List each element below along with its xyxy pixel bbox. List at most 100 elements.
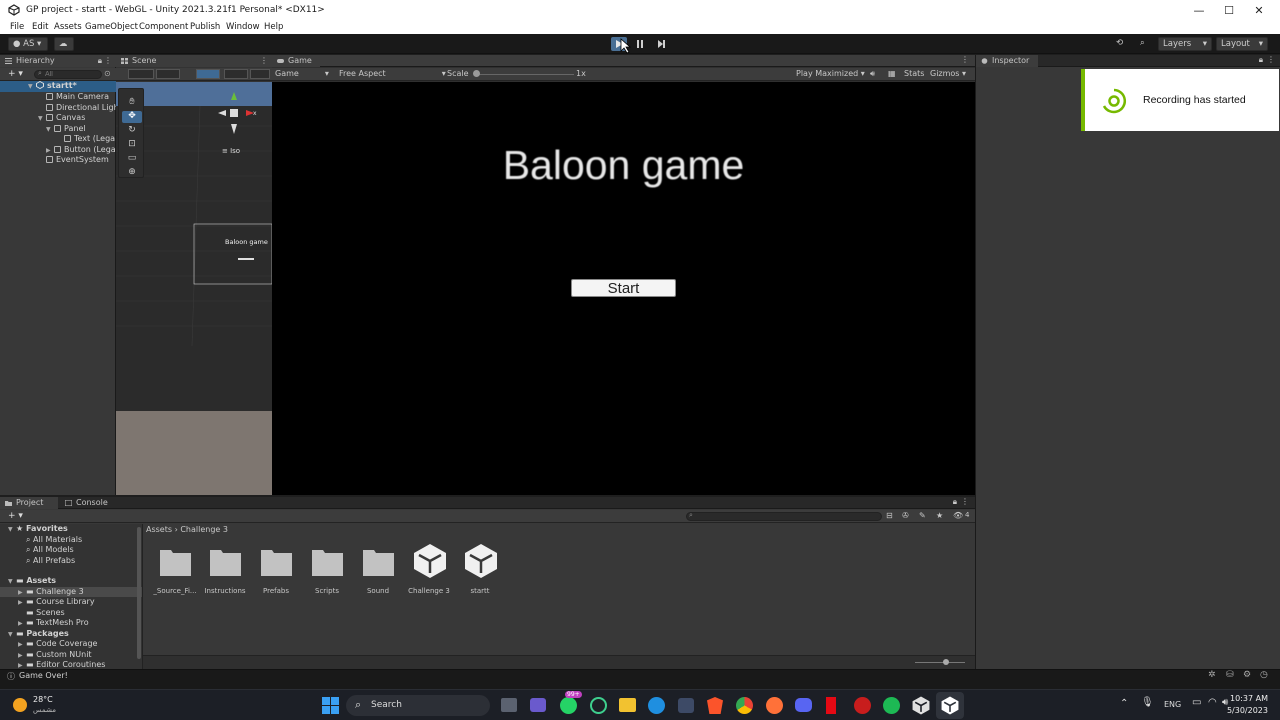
game-view[interactable]: Baloon game Start bbox=[272, 82, 975, 495]
app-red-icon[interactable] bbox=[854, 697, 871, 714]
minimize-button[interactable]: — bbox=[1184, 0, 1214, 21]
keyboard-shortcut-icon[interactable]: ▦ bbox=[888, 69, 896, 78]
draw-mode-dropdown[interactable] bbox=[128, 69, 154, 79]
hierarchy-item-eventsystem[interactable]: EventSystem bbox=[0, 155, 109, 166]
tree-all-prefabs[interactable]: ⌕ All Prefabs bbox=[0, 556, 75, 567]
store-icon[interactable] bbox=[678, 698, 694, 713]
asset-scripts[interactable]: Scripts bbox=[303, 547, 351, 602]
kebab-menu-icon[interactable]: ⋮ bbox=[1267, 55, 1275, 64]
tab-game[interactable]: Game bbox=[272, 55, 320, 67]
display-dropdown[interactable]: Game ▾ bbox=[275, 69, 329, 78]
hierarchy-item-directional-light[interactable]: Directional Ligh bbox=[0, 103, 119, 114]
wifi-icon[interactable]: ◠ bbox=[1208, 697, 1217, 708]
unity-hub-icon[interactable] bbox=[912, 696, 930, 715]
edge-browser-icon[interactable] bbox=[648, 697, 665, 714]
menu-component[interactable]: Component bbox=[139, 22, 188, 32]
tab-console[interactable]: Console bbox=[60, 497, 112, 509]
hierarchy-item-canvas[interactable]: ▼ Canvas bbox=[0, 113, 85, 124]
icon-size-slider-handle[interactable] bbox=[943, 659, 949, 665]
task-view-icon[interactable] bbox=[501, 698, 517, 712]
chevron-up-icon[interactable]: ⌃ bbox=[1120, 698, 1128, 709]
kebab-menu-icon[interactable]: ⋮ bbox=[961, 55, 969, 64]
layers-dropdown[interactable]: Layers ▾ bbox=[1158, 37, 1212, 51]
menu-assets[interactable]: Assets bbox=[54, 22, 82, 32]
tab-hierarchy[interactable]: Hierarchy 🔒︎ ⋮ bbox=[0, 55, 116, 67]
kebab-menu-icon[interactable]: ⋮ bbox=[260, 55, 268, 67]
transform-tool-icon[interactable]: ⊕ bbox=[122, 167, 142, 179]
move-tool-icon[interactable]: ✥ bbox=[122, 111, 142, 123]
start-button[interactable]: Start bbox=[571, 279, 676, 297]
cloud-button[interactable]: ☁ bbox=[54, 37, 74, 51]
debug-icon[interactable]: ✲ bbox=[1208, 670, 1216, 680]
hidden-packages-icon[interactable]: 👁︎ bbox=[953, 511, 963, 520]
file-explorer-icon[interactable] bbox=[619, 698, 636, 712]
scene-visibility-toggle[interactable] bbox=[250, 69, 270, 79]
tree-all-models[interactable]: ⌕ All Models bbox=[0, 545, 74, 556]
netflix-icon[interactable] bbox=[826, 697, 836, 714]
hierarchy-item-text[interactable]: Text (Lega bbox=[0, 134, 115, 145]
weather-sun-icon[interactable] bbox=[13, 698, 27, 712]
hand-tool-icon[interactable]: ✋︎ bbox=[122, 97, 142, 109]
progress-icon[interactable]: ◷ bbox=[1260, 670, 1268, 680]
hierarchy-item-panel[interactable]: ▼ Panel bbox=[0, 124, 86, 135]
whatsapp-icon[interactable] bbox=[560, 697, 577, 714]
hierarchy-item-button[interactable]: ▶ Button (Lega bbox=[0, 145, 116, 156]
icon-size-slider[interactable] bbox=[915, 662, 965, 663]
teams-chat-icon[interactable] bbox=[530, 698, 546, 712]
lock-icon[interactable]: 🔒︎ bbox=[98, 55, 102, 67]
tree-all-materials[interactable]: ⌕ All Materials bbox=[0, 535, 82, 546]
pause-button-icon[interactable] bbox=[633, 37, 647, 51]
tab-inspector[interactable]: Inspector bbox=[976, 55, 1038, 67]
close-button[interactable]: ✕ bbox=[1244, 0, 1274, 21]
search-by-label-icon[interactable]: ✇ bbox=[902, 511, 909, 520]
brave-browser-icon[interactable] bbox=[707, 697, 723, 714]
microphone-icon[interactable]: 🎙︎ bbox=[1141, 697, 1154, 708]
taskbar-search[interactable]: ⌕ Search bbox=[346, 695, 490, 716]
scale-slider-handle[interactable] bbox=[473, 70, 480, 77]
tree-assets[interactable]: ▼ ▬ Assets bbox=[0, 576, 56, 587]
asset-instructions[interactable]: Instructions bbox=[201, 547, 249, 602]
tab-project[interactable]: Project bbox=[0, 497, 58, 509]
hierarchy-item-startt[interactable]: ▼ startt* bbox=[0, 81, 116, 92]
spotify-icon[interactable] bbox=[883, 697, 900, 714]
stats-toggle[interactable]: Stats bbox=[904, 69, 924, 78]
tree-custom-nunit[interactable]: ▶ ▬ Custom NUnit bbox=[0, 650, 92, 661]
menu-edit[interactable]: Edit bbox=[32, 22, 48, 32]
tree-scenes[interactable]: ▬ Scenes bbox=[0, 608, 65, 619]
step-button-icon[interactable] bbox=[654, 37, 668, 51]
expand-arrow-icon[interactable]: ▼ bbox=[28, 82, 36, 93]
kebab-menu-icon[interactable]: ⋮ bbox=[104, 55, 112, 67]
clock-date[interactable]: 5/30/2023 bbox=[1220, 706, 1268, 715]
app-circle-icon[interactable] bbox=[590, 697, 607, 714]
asset-challenge-3-scene[interactable]: Challenge 3 bbox=[405, 543, 453, 602]
tree-challenge-3[interactable]: ▶ ▬ Challenge 3 bbox=[0, 586, 142, 597]
tree-favorites[interactable]: ▼ ★ Favorites bbox=[0, 524, 68, 535]
projection-label[interactable]: ≡ Iso bbox=[222, 147, 240, 155]
chrome-browser-icon[interactable] bbox=[736, 697, 753, 714]
discord-icon[interactable] bbox=[795, 698, 812, 712]
asset-source-files[interactable]: _Source_Fi... bbox=[151, 547, 199, 602]
maximize-button[interactable]: ☐ bbox=[1214, 0, 1244, 21]
view-grid-toggle[interactable] bbox=[196, 69, 220, 79]
windows-start-icon[interactable] bbox=[322, 697, 339, 714]
tree-code-coverage[interactable]: ▶ ▬ Code Coverage bbox=[0, 639, 97, 650]
layout-dropdown[interactable]: Layout ▾ bbox=[1216, 37, 1268, 51]
favorite-star-icon[interactable]: ★ bbox=[936, 511, 943, 520]
project-search-input[interactable] bbox=[686, 512, 882, 521]
aspect-dropdown[interactable]: Free Aspect ▾ bbox=[339, 69, 446, 78]
hierarchy-search-input[interactable] bbox=[34, 70, 102, 79]
scene-viewport[interactable]: Baloon game x ≡ Iso ✋︎ ✥ ↻ ⊡ ▭ ⊕ bbox=[116, 82, 272, 411]
bake-icon[interactable]: ⛁ bbox=[1226, 670, 1234, 680]
breadcrumb-challenge-3[interactable]: Challenge 3 bbox=[180, 525, 228, 534]
add-object-button[interactable]: + ▾ bbox=[8, 69, 23, 79]
kebab-menu-icon[interactable]: ⋮ bbox=[961, 497, 969, 506]
hierarchy-item-main-camera[interactable]: Main Camera bbox=[0, 92, 109, 103]
tree-textmesh-pro[interactable]: ▶ ▬ TextMesh Pro bbox=[0, 618, 89, 629]
clock-time[interactable]: 10:37 AM bbox=[1220, 694, 1268, 703]
language-indicator[interactable]: ENG bbox=[1164, 700, 1181, 709]
menu-file[interactable]: File bbox=[10, 22, 24, 32]
mute-audio-icon[interactable]: 🔊︎ bbox=[870, 69, 875, 79]
weather-temp[interactable]: 28°C bbox=[33, 695, 53, 704]
account-dropdown[interactable]: ● AS ▾ bbox=[8, 37, 48, 51]
create-asset-button[interactable]: + ▾ bbox=[8, 511, 23, 521]
